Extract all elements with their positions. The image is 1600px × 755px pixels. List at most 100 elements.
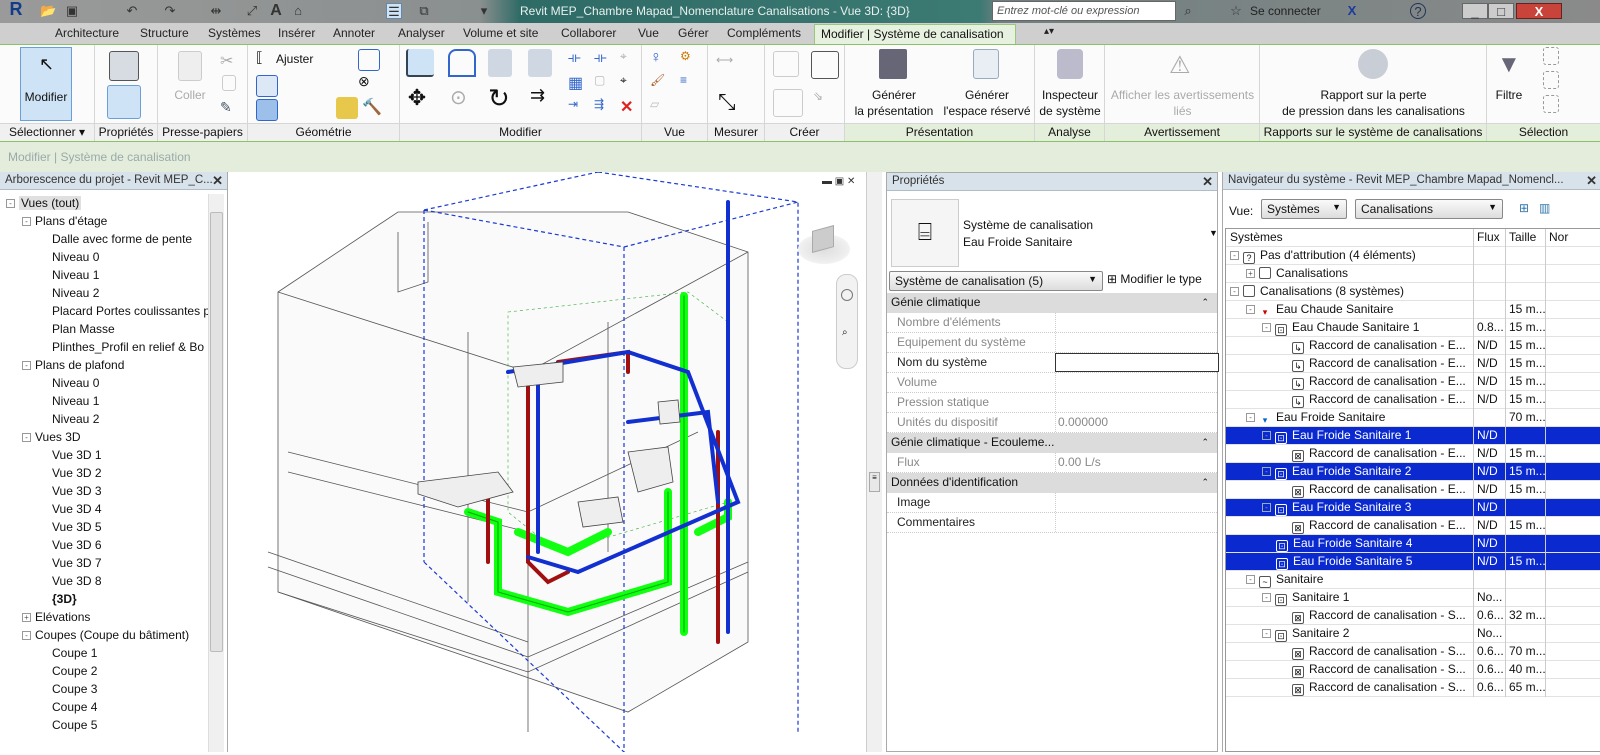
revit-app-menu-icon[interactable]: R	[2, 0, 30, 21]
auto-expand-icon[interactable]: ⊞	[1519, 201, 1529, 215]
unpin-icon[interactable]: ⌖	[620, 49, 642, 71]
browser-tree-item[interactable]: Vue 3D 2	[52, 464, 102, 482]
property-row[interactable]: Equipement du système	[887, 333, 1217, 353]
tab-analyser[interactable]: Analyser	[398, 26, 445, 40]
close-icon[interactable]: ✕	[1202, 174, 1213, 190]
property-value[interactable]	[1055, 373, 1217, 392]
paste-icon[interactable]	[178, 51, 202, 81]
edit-selection-icon[interactable]	[1543, 95, 1559, 113]
property-value[interactable]	[1055, 333, 1217, 352]
browser-tree-item[interactable]: Vue 3D 8	[52, 572, 102, 590]
cut-icon[interactable]: ✂	[220, 51, 242, 73]
tab-vue[interactable]: Vue	[638, 26, 659, 40]
steering-wheel-icon[interactable]	[841, 289, 853, 301]
property-value[interactable]	[1055, 393, 1217, 412]
trim-multiple-icon[interactable]: ⇶	[594, 97, 616, 119]
filter-button[interactable]: ▼ Filtre	[1487, 47, 1531, 121]
copy-icon[interactable]	[222, 75, 236, 91]
column-header-nom[interactable]: Nor	[1545, 229, 1600, 247]
system-tree-row[interactable]: - ⊡ Sanitaire 1 No...	[1226, 589, 1600, 607]
browser-tree-item[interactable]: Coupe 2	[52, 662, 97, 680]
property-row[interactable]: Commentaires	[887, 513, 1217, 533]
property-row[interactable]: Volume	[887, 373, 1217, 393]
tab-complements[interactable]: Compléments	[727, 26, 801, 40]
create-similar-icon[interactable]	[811, 51, 839, 79]
offset-icon[interactable]	[448, 49, 476, 77]
collapse-icon[interactable]: -	[1246, 575, 1255, 585]
scrollbar-thumb[interactable]	[210, 212, 223, 652]
browser-tree-item[interactable]: - Coupes (Coupe du bâtiment)	[22, 626, 189, 644]
binoculars-icon[interactable]: ⌕	[1180, 3, 1196, 19]
paint-icon[interactable]	[358, 49, 380, 71]
system-tree-row[interactable]: - ⊡ Eau Chaude Sanitaire 1 0.8... 15 m...	[1226, 319, 1600, 337]
pin-icon[interactable]: ⌖	[620, 73, 642, 95]
collapse-chevron-icon[interactable]: ⌃	[1201, 473, 1209, 492]
tab-volume-site[interactable]: Volume et site	[463, 26, 538, 40]
generate-layout-button[interactable]: Générer la présentation	[849, 47, 939, 121]
system-inspector-button[interactable]: Inspecteur de système	[1035, 47, 1105, 121]
browser-tree-item[interactable]: - Vues (tout)	[6, 194, 82, 212]
system-tree-row[interactable]: -? Pas d'attribution (4 éléments)	[1226, 247, 1600, 265]
lightbulb-icon[interactable]: ♀	[650, 49, 672, 71]
tab-architecture[interactable]: Architecture	[55, 26, 119, 40]
trim-extend-icon[interactable]: ⇉	[530, 85, 552, 107]
property-row[interactable]: Flux 0.00 L/s	[887, 453, 1217, 473]
browser-tree-item[interactable]: Niveau 2	[52, 410, 99, 428]
browser-tree-item[interactable]: Placard Portes coulissantes pl	[52, 302, 208, 320]
browser-tree-item[interactable]: Niveau 1	[52, 266, 99, 284]
collapse-icon[interactable]: -	[1262, 323, 1271, 333]
system-tree-row[interactable]: ⊡ Eau Froide Sanitaire 5 N/D 15 m...	[1226, 553, 1600, 571]
close-icon[interactable]: ✕	[212, 173, 223, 189]
navigation-bar[interactable]: ⌕	[836, 274, 858, 369]
mirror-pick-icon[interactable]	[488, 49, 512, 77]
browser-tree-item[interactable]: Dalle avec forme de pente	[52, 230, 192, 248]
minimize-button[interactable]: _	[1462, 3, 1488, 19]
paintbrush-icon[interactable]: 🖌	[650, 73, 672, 95]
browser-tree-item[interactable]: Plinthes_Profil en relief & Bo	[52, 338, 204, 356]
search-input[interactable]: Entrez mot-clé ou expression	[992, 1, 1176, 21]
save-selection-icon[interactable]	[1543, 47, 1559, 65]
align-icon[interactable]	[406, 49, 434, 77]
expand-icon[interactable]: +	[22, 613, 31, 623]
browser-tree-item[interactable]: Niveau 0	[52, 248, 99, 266]
scrollbar-thumb[interactable]: ≡	[869, 472, 880, 492]
properties-icon[interactable]	[107, 85, 141, 119]
undo-icon[interactable]: ↶	[124, 3, 140, 19]
override-graphics-icon[interactable]: ⚙	[680, 49, 702, 71]
collapse-icon[interactable]: -	[1262, 593, 1271, 603]
system-tree-row[interactable]: - ▾ Eau Chaude Sanitaire 15 m...	[1226, 301, 1600, 319]
pipe-system-model[interactable]	[228, 171, 882, 753]
close-button[interactable]: X	[1516, 3, 1562, 19]
help-icon[interactable]: ?	[1410, 3, 1426, 19]
modify-button[interactable]: ↖ Modifier	[20, 47, 72, 121]
collapse-icon[interactable]: -	[22, 217, 31, 227]
text-icon[interactable]: A	[268, 3, 284, 19]
viewcube[interactable]	[798, 225, 850, 264]
browser-tree-item[interactable]: - Vues 3D	[22, 428, 81, 446]
system-tree-row[interactable]: - ⊡ Eau Froide Sanitaire 3 N/D	[1226, 499, 1600, 517]
system-tree-row[interactable]: ⊠ Raccord de canalisation - S... 0.6... 70 …	[1226, 643, 1600, 661]
3d-view-canvas[interactable]: ▬ ▣ ✕ ⌕	[228, 171, 882, 753]
tab-modifier-systeme-canalisation[interactable]: Modifier | Système de canalisation	[814, 24, 1016, 44]
dimension-icon[interactable]: ⤢	[244, 3, 260, 19]
browser-tree-item[interactable]: Niveau 2	[52, 284, 99, 302]
close-hidden-icon[interactable]: ⧉	[416, 3, 432, 19]
browser-tree-item[interactable]: Vue 3D 1	[52, 446, 102, 464]
browser-tree-item[interactable]: Coupe 4	[52, 698, 97, 716]
property-row[interactable]: Image	[887, 493, 1217, 513]
open-icon[interactable]: 📂	[40, 3, 56, 19]
property-value[interactable]: 0.000000	[1055, 413, 1217, 432]
system-tree-row[interactable]: + Canalisations	[1226, 265, 1600, 283]
measure-between-icon[interactable]: ⟷	[716, 53, 750, 75]
column-header-taille[interactable]: Taille	[1505, 229, 1545, 247]
collapse-icon[interactable]: -	[6, 199, 15, 209]
star-icon[interactable]: ☆	[1228, 3, 1244, 19]
collapse-icon[interactable]: -	[1262, 431, 1271, 441]
maximize-button[interactable]: □	[1488, 3, 1514, 19]
browser-tree-item[interactable]: {3D}	[52, 590, 77, 608]
property-category[interactable]: Génie climatique - Ecouleme... ⌃	[887, 433, 1217, 453]
collapse-chevron-icon[interactable]: ⌃	[1201, 293, 1209, 312]
view-mode-select[interactable]: Systèmes ▼	[1261, 199, 1347, 219]
tab-gerer[interactable]: Gérer	[678, 26, 709, 40]
ribbon-minimize-icon[interactable]: ▴▾	[1044, 26, 1054, 37]
